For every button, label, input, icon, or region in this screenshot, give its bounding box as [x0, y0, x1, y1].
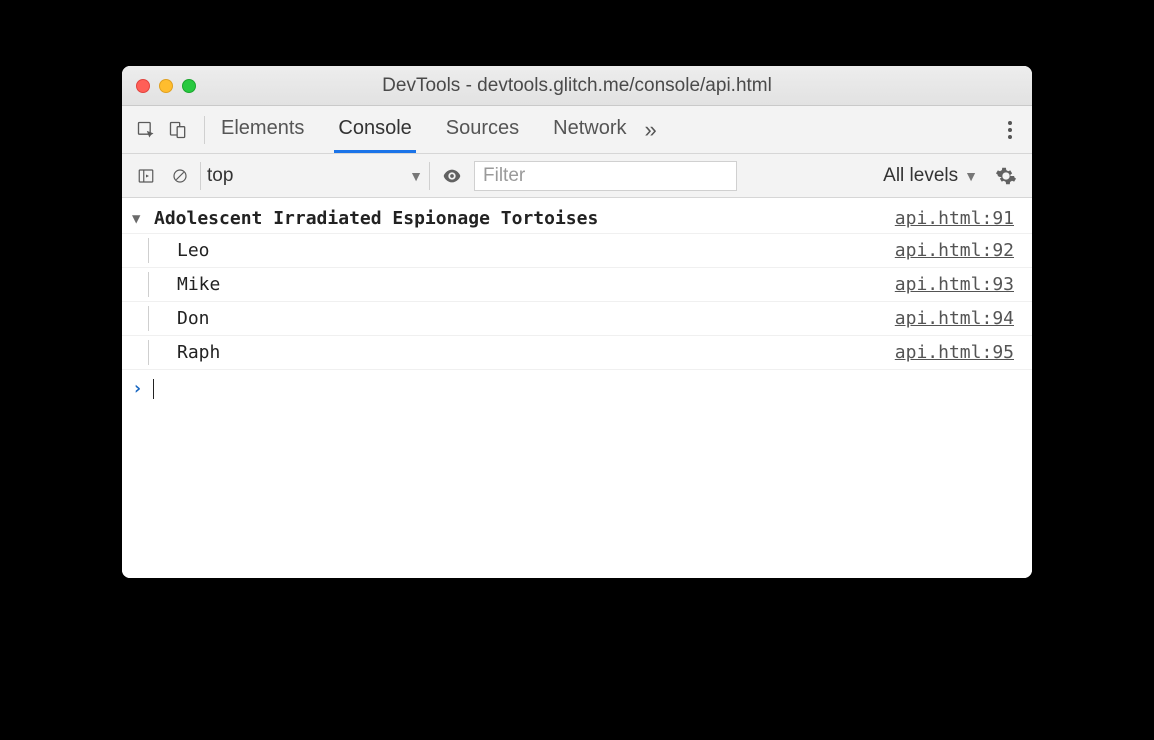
console-log-row: Don api.html:94	[122, 302, 1032, 336]
source-link[interactable]: api.html:92	[895, 240, 1014, 261]
source-link[interactable]: api.html:95	[895, 342, 1014, 363]
tab-sources[interactable]: Sources	[444, 107, 521, 152]
console-log-row: Leo api.html:92	[122, 234, 1032, 268]
window-controls	[136, 79, 196, 93]
titlebar: DevTools - devtools.glitch.me/console/ap…	[122, 66, 1032, 106]
execution-context-value: top	[207, 165, 233, 187]
window-title: DevTools - devtools.glitch.me/console/ap…	[134, 75, 1020, 97]
log-text: Leo	[177, 240, 210, 261]
log-text: Mike	[177, 274, 220, 295]
log-text: Raph	[177, 342, 220, 363]
log-levels-selector[interactable]: All levels ▼	[877, 165, 984, 187]
clear-console-icon[interactable]	[166, 162, 194, 190]
log-levels-label: All levels	[883, 165, 958, 187]
console-group-header[interactable]: ▼ Adolescent Irradiated Espionage Tortoi…	[122, 204, 1032, 234]
text-caret	[153, 379, 154, 399]
console-sidebar-toggle-icon[interactable]	[132, 162, 160, 190]
chevron-down-icon: ▼	[964, 168, 978, 184]
filter-input[interactable]	[474, 161, 737, 191]
log-text: Don	[177, 308, 210, 329]
device-mode-icon[interactable]	[162, 114, 194, 146]
console-output: ▼ Adolescent Irradiated Espionage Tortoi…	[122, 198, 1032, 578]
tab-elements[interactable]: Elements	[219, 107, 306, 152]
live-expression-icon[interactable]	[436, 165, 468, 187]
prompt-chevron-icon: ›	[132, 378, 143, 399]
inspect-element-icon[interactable]	[130, 114, 162, 146]
more-tabs-button[interactable]: »	[643, 117, 659, 143]
tab-network[interactable]: Network	[551, 107, 628, 152]
zoom-window-button[interactable]	[182, 79, 196, 93]
source-link[interactable]: api.html:93	[895, 274, 1014, 295]
tab-bar: Elements Console Sources Network »	[122, 106, 1032, 154]
console-settings-icon[interactable]	[990, 165, 1022, 187]
minimize-window-button[interactable]	[159, 79, 173, 93]
devtools-menu-button[interactable]	[996, 116, 1024, 144]
divider	[204, 116, 205, 144]
devtools-window: DevTools - devtools.glitch.me/console/ap…	[122, 66, 1032, 578]
console-log-row: Mike api.html:93	[122, 268, 1032, 302]
chevron-down-icon: ▼	[409, 168, 423, 184]
console-prompt[interactable]: ›	[122, 370, 1032, 407]
source-link[interactable]: api.html:91	[895, 208, 1014, 229]
console-log-row: Raph api.html:95	[122, 336, 1032, 370]
tab-console[interactable]: Console	[336, 107, 413, 152]
disclosure-triangle-icon[interactable]: ▼	[132, 211, 146, 227]
group-label: Adolescent Irradiated Espionage Tortoise…	[154, 208, 598, 229]
execution-context-selector[interactable]: top ▼	[200, 162, 430, 190]
close-window-button[interactable]	[136, 79, 150, 93]
panel-tabs: Elements Console Sources Network	[219, 107, 629, 152]
console-toolbar: top ▼ All levels ▼	[122, 154, 1032, 198]
source-link[interactable]: api.html:94	[895, 308, 1014, 329]
